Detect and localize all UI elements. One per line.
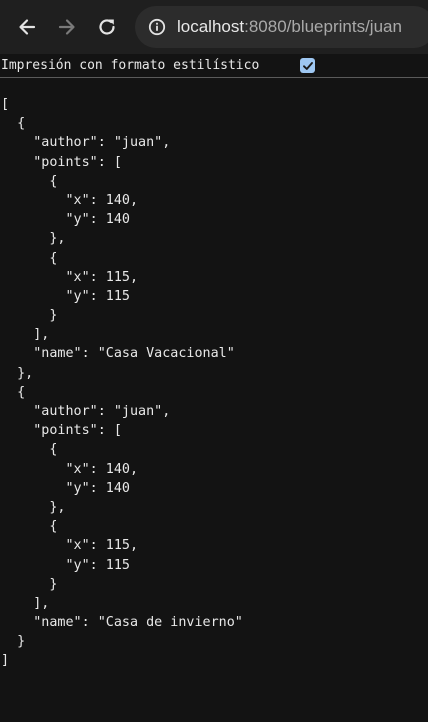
- json-line: ]: [1, 653, 10, 669]
- json-line: },: [1, 231, 66, 247]
- json-line: {: [1, 519, 58, 535]
- json-line: }: [1, 576, 58, 592]
- back-button[interactable]: [11, 11, 43, 43]
- browser-toolbar: localhost:8080/blueprints/juan: [0, 0, 428, 54]
- json-line: },: [1, 499, 66, 515]
- url-text[interactable]: localhost:8080/blueprints/juan: [177, 17, 402, 37]
- json-line: "x": 140,: [1, 461, 139, 477]
- json-line: "author": "juan",: [1, 404, 171, 419]
- pretty-print-bar: Impresión con formato estilístico: [0, 54, 428, 78]
- json-line: "y": 115: [1, 557, 130, 573]
- json-line: "x": 115,: [1, 269, 139, 285]
- json-line: ],: [1, 327, 50, 343]
- json-line: {: [1, 442, 58, 458]
- json-line: {: [1, 384, 26, 400]
- json-line: [: [1, 97, 10, 112]
- pretty-print-label: Impresión con formato estilístico: [1, 58, 260, 73]
- pretty-print-checkbox[interactable]: [300, 58, 315, 73]
- json-line: "name": "Casa Vacacional": [1, 346, 235, 362]
- json-line: "y": 140: [1, 480, 130, 496]
- checkmark-icon: [302, 61, 313, 70]
- json-line: "name": "Casa de invierno": [1, 615, 243, 631]
- json-line: "y": 140: [1, 212, 130, 228]
- json-response-body: [ { "author": "juan", "points": [ { "x":…: [1, 95, 243, 671]
- json-line: {: [1, 250, 58, 266]
- json-line: "author": "juan",: [1, 135, 171, 151]
- arrow-left-icon: [19, 19, 36, 35]
- json-line: "points": [: [1, 423, 122, 439]
- json-line: ],: [1, 595, 50, 611]
- json-line: {: [1, 116, 26, 132]
- json-line: "x": 115,: [1, 538, 139, 554]
- json-line: {: [1, 173, 58, 189]
- forward-button[interactable]: [51, 11, 83, 43]
- reload-button[interactable]: [91, 11, 123, 43]
- json-line: }: [1, 308, 58, 324]
- url-path: :8080/blueprints/juan: [244, 17, 402, 36]
- info-circle-icon[interactable]: [148, 18, 166, 36]
- url-host: localhost: [177, 17, 245, 36]
- json-line: "y": 115: [1, 288, 130, 304]
- reload-icon: [99, 19, 115, 35]
- arrow-right-icon: [58, 19, 75, 35]
- address-bar[interactable]: localhost:8080/blueprints/juan: [135, 6, 428, 48]
- json-line: "x": 140,: [1, 192, 139, 208]
- json-line: },: [1, 365, 34, 381]
- json-line: "points": [: [1, 154, 122, 170]
- json-line: }: [1, 634, 26, 650]
